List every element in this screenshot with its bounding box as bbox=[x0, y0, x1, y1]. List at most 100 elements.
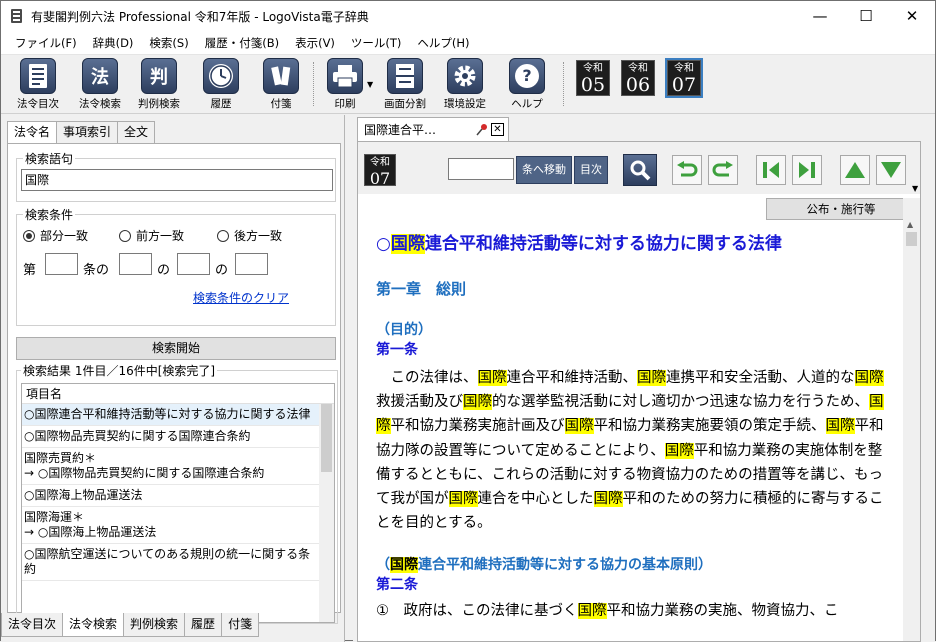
menu-dictionary[interactable]: 辞典(D) bbox=[85, 31, 142, 55]
text-run: 連携平和安全活動、人道的な bbox=[666, 370, 855, 386]
chapter-heading: 第一章 総則 bbox=[376, 280, 467, 298]
text-run: 平和協力業務実施計画及び bbox=[390, 418, 565, 435]
close-button[interactable]: ✕ bbox=[889, 1, 935, 31]
minimize-button[interactable]: — bbox=[797, 1, 843, 31]
search-hit-highlight: 国際 bbox=[637, 370, 666, 386]
menu-history[interactable]: 履歴・付箋(B) bbox=[197, 31, 287, 55]
window-title: 有斐閣判例六法 Professional 令和7年版 - LogoVista電子… bbox=[31, 9, 369, 24]
radio-suffix-match[interactable]: 後方一致 bbox=[217, 227, 282, 244]
list-item[interactable]: ○国際海上物品運送法 bbox=[22, 485, 334, 507]
search-hit-highlight: 国際 bbox=[463, 394, 492, 411]
history-button[interactable]: 履歴 bbox=[203, 58, 239, 111]
maximize-button[interactable]: ☐ bbox=[843, 1, 889, 31]
results-scroll-thumb[interactable] bbox=[321, 404, 332, 472]
text-run: 連合を中心とした bbox=[477, 491, 594, 508]
list-header[interactable]: 項目名 bbox=[22, 384, 334, 404]
document-tab[interactable]: 国際連合平… ✕ bbox=[357, 117, 509, 141]
sub-article-input-3[interactable] bbox=[235, 253, 268, 275]
main-toolbar: 法令目次 法 法令検索 判 判例検索 履歴 付箋 印刷 ▼ 画面分割 環境設定 … bbox=[1, 56, 935, 114]
era-reiwa-06-button[interactable]: 令和 06 bbox=[621, 60, 655, 96]
article-1-text: この法律は、国際連合平和維持活動、国際連携平和安全活動、人道的な国際救援活動及び… bbox=[376, 366, 896, 535]
toolbar-separator bbox=[313, 62, 314, 106]
article-caption: （目的） bbox=[376, 322, 432, 338]
search-hit-highlight: 国際 bbox=[593, 491, 623, 508]
case-search-icon: 判 bbox=[141, 58, 177, 94]
text-run: 救援活動及び bbox=[376, 394, 463, 411]
menu-bar: ファイル(F) 辞典(D) 検索(S) 履歴・付箋(B) 表示(V) ツール(T… bbox=[1, 31, 935, 55]
menu-file[interactable]: ファイル(F) bbox=[7, 31, 85, 55]
radio-partial-match[interactable]: 部分一致 bbox=[23, 227, 88, 244]
document-scroll-thumb[interactable] bbox=[906, 232, 917, 246]
prev-article-icon[interactable] bbox=[756, 155, 786, 185]
article-jump-input[interactable] bbox=[448, 158, 514, 180]
sub-article-input-2[interactable] bbox=[177, 253, 210, 275]
scroll-up-icon[interactable] bbox=[840, 155, 870, 185]
tab-history[interactable]: 履歴 bbox=[184, 613, 223, 637]
search-term-input[interactable]: 国際 bbox=[21, 169, 333, 191]
gear-icon bbox=[447, 58, 483, 94]
undo-icon[interactable] bbox=[672, 155, 702, 185]
close-tab-icon[interactable]: ✕ bbox=[491, 123, 504, 136]
law-search-button[interactable]: 法 法令検索 bbox=[79, 58, 121, 111]
settings-button[interactable]: 環境設定 bbox=[444, 58, 486, 111]
search-hit-highlight: 国際 bbox=[564, 418, 594, 435]
goto-article-button[interactable]: 条へ移動 bbox=[516, 156, 572, 184]
document-scrollbar[interactable]: ▲ bbox=[903, 198, 920, 641]
menu-help[interactable]: ヘルプ(H) bbox=[409, 31, 477, 55]
pin-icon[interactable] bbox=[476, 123, 487, 136]
doc-era-button[interactable]: 令和 07 bbox=[364, 154, 396, 188]
list-item[interactable]: 国際売買約＊ → ○国際物品売買契約に関する国際連合条約 bbox=[22, 448, 334, 485]
list-item[interactable]: ○国際航空運送についてのある規則の統一に関する条約 bbox=[22, 544, 334, 581]
tab-case-search[interactable]: 判例検索 bbox=[123, 613, 186, 637]
app-book-icon bbox=[9, 8, 25, 24]
text-run: 連合平和維持活動、 bbox=[506, 370, 638, 386]
tab-law-search[interactable]: 法令検索 bbox=[62, 613, 125, 637]
era-reiwa-05-button[interactable]: 令和 05 bbox=[576, 60, 610, 96]
article-number: 第二条 bbox=[376, 577, 418, 594]
article-caption: （国際連合平和維持活動等に対する協力の基本原則） bbox=[376, 557, 712, 574]
split-screen-button[interactable]: 画面分割 bbox=[384, 58, 426, 111]
tab-law-name[interactable]: 法令名 bbox=[7, 121, 58, 144]
redo-icon[interactable] bbox=[708, 155, 738, 185]
clock-icon bbox=[203, 58, 239, 94]
article-number-input[interactable] bbox=[45, 253, 78, 275]
tab-subject-index[interactable]: 事項索引 bbox=[56, 121, 119, 143]
search-start-button[interactable]: 検索開始 bbox=[16, 337, 336, 360]
tab-sticky[interactable]: 付箋 bbox=[221, 613, 260, 637]
search-hit-highlight: 国際 bbox=[825, 418, 855, 435]
tab-law-toc[interactable]: 法令目次 bbox=[1, 613, 64, 637]
era-reiwa-07-button[interactable]: 令和 07 bbox=[665, 58, 703, 98]
toc-nav-button[interactable]: 目次 bbox=[574, 156, 608, 184]
toc-button[interactable]: 法令目次 bbox=[17, 58, 59, 111]
toolbar-overflow-icon[interactable]: ▼ bbox=[912, 184, 918, 193]
search-icon[interactable] bbox=[623, 154, 657, 186]
split-screen-icon bbox=[387, 58, 423, 94]
print-dropdown-icon[interactable]: ▼ bbox=[367, 80, 373, 89]
tab-full-text[interactable]: 全文 bbox=[117, 121, 156, 143]
menu-view[interactable]: 表示(V) bbox=[287, 31, 343, 55]
document-toolbar: 令和 07 条へ移動 目次 ▼ bbox=[358, 142, 920, 194]
list-item[interactable]: ○国際連合平和維持活動等に対する協力に関する法律 bbox=[22, 404, 334, 426]
help-button[interactable]: ? ヘルプ bbox=[509, 58, 545, 111]
law-search-icon: 法 bbox=[82, 58, 118, 94]
sticky-button[interactable]: 付箋 bbox=[263, 58, 299, 111]
menu-search[interactable]: 検索(S) bbox=[141, 31, 196, 55]
case-search-button[interactable]: 判 判例検索 bbox=[138, 58, 180, 111]
list-item[interactable]: ○国際物品売買契約に関する国際連合条約 bbox=[22, 426, 334, 448]
results-scrollbar[interactable] bbox=[319, 404, 334, 622]
help-icon: ? bbox=[509, 58, 545, 94]
menu-tools[interactable]: ツール(T) bbox=[343, 31, 410, 55]
print-button[interactable]: 印刷 bbox=[327, 58, 363, 111]
scroll-down-icon[interactable] bbox=[876, 155, 906, 185]
search-term-group: 検索語句 国際 bbox=[16, 150, 336, 202]
clear-conditions-link[interactable]: 検索条件のクリア bbox=[193, 289, 289, 306]
radio-prefix-match[interactable]: 前方一致 bbox=[119, 227, 184, 244]
list-item[interactable]: 国際海運＊ → ○国際海上物品運送法 bbox=[22, 507, 334, 544]
document-area: 令和 07 条へ移動 目次 ▼ 公布・施行等 ▲ ○国際連合平和維持活動等に対す… bbox=[357, 141, 921, 642]
sub-article-input-1[interactable] bbox=[119, 253, 152, 275]
document-content: ○国際連合平和維持活動等に対する協力に関する法律 第一章 総則 （目的） 第一条… bbox=[376, 222, 896, 641]
promulgation-button[interactable]: 公布・施行等 bbox=[766, 198, 916, 220]
next-article-icon[interactable] bbox=[792, 155, 822, 185]
search-panel: 検索語句 国際 検索条件 部分一致 前方一致 後方一致 第 条の の の 検索条… bbox=[7, 143, 341, 624]
scroll-arrow-up-icon[interactable]: ▲ bbox=[907, 220, 913, 229]
